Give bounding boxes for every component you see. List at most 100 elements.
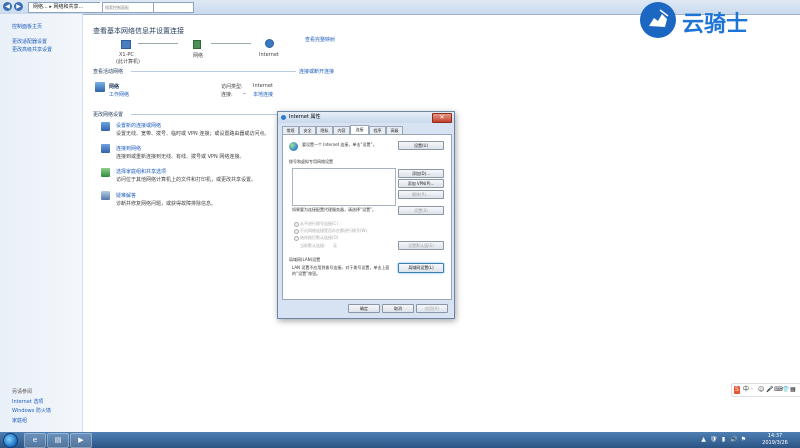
forward-arrow-icon[interactable]: ▶ [14,2,23,11]
tab-programs[interactable]: 程序 [369,126,386,134]
ime-punctuation[interactable]: · [751,386,753,394]
radio-never-dial-label: 从不进行拨号连接(C) [300,221,338,226]
ok-button[interactable]: 确定 [348,304,380,313]
task-troubleshoot-desc: 诊断并修复网络问题，或获得故障排除信息。 [116,201,217,207]
ie-globe-icon [281,115,286,120]
clock-date: 2019/3/26 [762,440,788,446]
taskbar: e ▤ ▶ ▲ 🛡 ▮ 🔊 ⚑ 14:37 2019/3/26 [0,432,800,448]
close-icon[interactable]: ✕ [432,113,452,123]
ime-chinese-mode[interactable]: 中 [743,386,749,394]
dialog-tabs: 常规 安全 隐私 内容 连接 程序 高级 [282,125,450,134]
current-default-label: 当前默认连接: [300,243,326,248]
search-input[interactable]: 搜索控制面板 [102,2,154,13]
tray-expand-icon[interactable]: ▲ [700,436,707,443]
back-arrow-icon[interactable]: ◀ [3,2,12,11]
task-homegroup-desc: 访问位于其他网络计算机上的文件和打印机，或更改共享设置。 [116,177,257,183]
ime-skin-icon[interactable]: 👕 [782,386,789,394]
page-title: 查看基本网络信息并设置连接 [93,27,184,35]
node-internet-label: Internet [259,52,279,58]
work-network-icon [95,82,105,92]
network-type-link[interactable]: 工作网络 [109,91,129,98]
sidebar-item-home[interactable]: 控制面板主页 [12,23,42,30]
radio-always-dial[interactable] [294,236,299,241]
sidebar-item-adapter[interactable]: 更改适配器设置 [12,38,47,45]
tab-connections[interactable]: 连接 [350,125,369,134]
sidebar-item-advanced-sharing[interactable]: 更改高级共享设置 [12,46,52,53]
network-icon [193,40,201,49]
remove-button[interactable]: 删除(R)... [398,190,444,199]
add-vpn-button[interactable]: 添加 VPN(P)... [398,179,444,188]
ime-voice-icon[interactable]: 🎤 [766,386,773,394]
new-connection-icon [101,122,110,131]
tab-security[interactable]: 安全 [299,126,316,134]
task-troubleshoot[interactable]: 疑难解答 [116,192,136,199]
homegroup-icon [101,168,110,177]
apply-button[interactable]: 应用(A) [416,304,448,313]
see-also-homegroup[interactable]: 家庭组 [12,417,27,424]
tab-privacy[interactable]: 隐私 [316,126,333,134]
task-connect-network[interactable]: 连接到网络 [116,145,141,152]
network-name: 网络 [109,84,120,90]
map-line [211,43,251,44]
connect-disconnect-link[interactable]: 连接或断开连接 [299,68,334,75]
globe-icon [265,39,274,48]
taskbar-explorer-icon[interactable]: ▤ [47,433,69,448]
lan-settings-button[interactable]: 局域网设置(L) [398,263,444,273]
active-network-title: 查看活动网络 [93,69,124,75]
node-computer-sub: (此计算机) [116,59,140,65]
connections-tab-panel: 要设置一个 Internet 连接，单击“设置”。 设置(U) 拨号和虚拟专用网… [282,134,452,300]
radio-always-dial-label: 始终拨打默认连接(O) [300,235,339,240]
map-line [138,43,178,44]
see-also-firewall[interactable]: Windows 防火墙 [12,407,51,414]
task-homegroup[interactable]: 选择家庭组和共享选项 [116,168,166,175]
dialup-vpn-title: 拨号和虚拟专用网络设置 [289,159,333,164]
task-new-connection-desc: 设置无线、宽带、拨号、临时或 VPN 连接；或设置路由器或访问点。 [116,131,270,137]
see-also-internet-options[interactable]: Internet 选项 [12,398,43,405]
dialog-titlebar[interactable]: Internet 属性 ✕ [278,112,454,123]
access-type-value: Internet [253,83,273,89]
full-map-link[interactable]: 查看完整映射 [305,36,335,43]
sogou-ime-icon[interactable]: S [734,386,740,394]
breadcrumb-sharing-center[interactable]: 网络和共享... [53,4,83,10]
tray-security-icon[interactable]: 🛡 [710,436,718,443]
radio-dial-whenever[interactable] [294,229,299,234]
local-connection-link[interactable]: 本地连接 [253,91,273,98]
set-default-button[interactable]: 设置默认值(E) [398,241,444,250]
sidebar: 控制面板主页 更改适配器设置 更改高级共享设置 另请参阅 Internet 选项… [0,14,83,432]
see-also-title: 另请参阅 [12,389,33,395]
radio-never-dial[interactable] [294,222,299,227]
proxy-hint: 如果要为连接配置代理服务器，请选择“设置”。 [292,207,377,212]
tab-general[interactable]: 常规 [282,126,299,134]
ethernet-icon: ⌁ [243,91,247,97]
ime-toolbox-icon[interactable]: ▦ [790,386,796,394]
clock-time: 14:37 [767,433,783,439]
add-button[interactable]: 添加(D)... [398,169,444,178]
tab-content[interactable]: 内容 [333,126,350,134]
tab-advanced[interactable]: 高级 [386,126,403,134]
taskbar-ie-icon[interactable]: e [24,433,46,448]
tray-volume-icon[interactable]: 🔊 [730,436,737,443]
system-clock[interactable]: 14:37 2019/3/26 [755,433,795,447]
search-placeholder: 搜索控制面板 [105,5,129,10]
ime-emoji-icon[interactable]: ☺ [758,386,764,394]
cancel-button[interactable]: 取消 [382,304,414,313]
ime-toolbar: S 中 · ☺ 🎤 ⌨ 👕 ▦ [731,383,800,397]
computer-icon [121,40,131,49]
tray-flag-icon[interactable]: ⚑ [740,436,747,443]
start-button[interactable] [3,433,18,448]
connect-network-icon [101,144,110,153]
taskbar-media-icon[interactable]: ▶ [70,433,92,448]
divider [131,71,296,72]
dialup-list[interactable] [292,168,396,206]
access-type-label: 访问类型: [221,84,243,90]
breadcrumb-network[interactable]: 网络... [33,4,48,10]
current-default-value: 无 [333,243,337,248]
settings-button[interactable]: 设置(S) [398,206,444,215]
task-connect-network-desc: 连接到或重新连接到无线、有线、拨号或 VPN 网络连接。 [116,154,245,160]
task-new-connection[interactable]: 设置新的连接或网络 [116,122,161,129]
node-network-label: 网络 [193,53,204,59]
setup-text: 要设置一个 Internet 连接，单击“设置”。 [302,142,377,147]
tray-network-icon[interactable]: ▮ [720,436,727,443]
setup-button[interactable]: 设置(U) [398,141,444,150]
divider [131,114,281,115]
